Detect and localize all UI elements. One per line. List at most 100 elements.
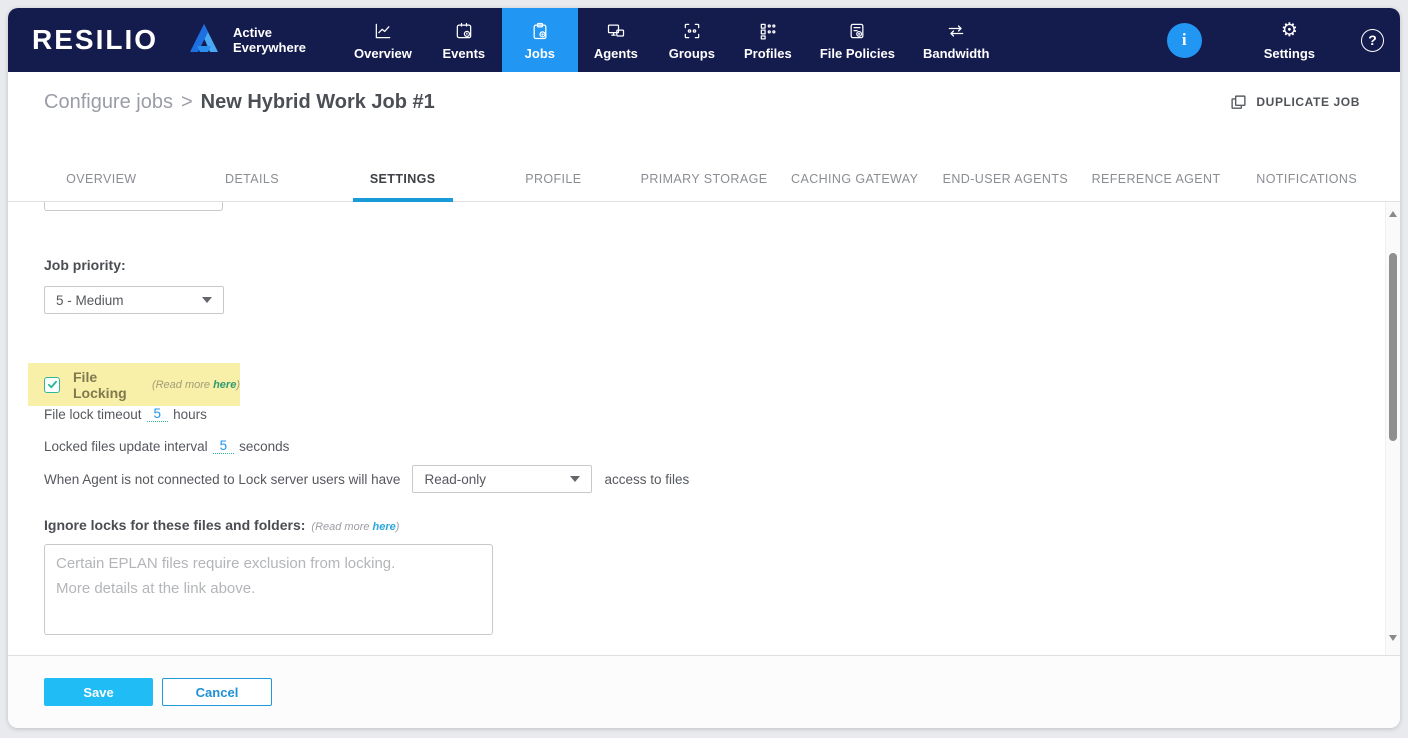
agent-not-connected-label: When Agent is not connected to Lock serv…	[44, 472, 400, 487]
nav-item-label: Agents	[594, 46, 638, 61]
scrollbar-down-arrow-icon[interactable]	[1389, 635, 1397, 641]
ignore-locks-header: Ignore locks for these files and folders…	[44, 517, 399, 533]
ignore-locks-label: Ignore locks for these files and folders…	[44, 517, 305, 533]
clipped-input[interactable]	[44, 202, 223, 211]
update-interval-unit: seconds	[239, 439, 289, 454]
nav-item-label: Groups	[669, 46, 715, 61]
update-interval-label: Locked files update interval	[44, 439, 208, 454]
nav-item-jobs[interactable]: Jobs	[502, 8, 578, 72]
nav-item-groups[interactable]: Groups	[654, 8, 730, 72]
readmore-link[interactable]: here	[213, 379, 236, 391]
tab-end-user-agents[interactable]: END-USER AGENTS	[930, 172, 1081, 201]
tab-reference-agent[interactable]: REFERENCE AGENT	[1081, 172, 1232, 201]
readmore-text: )	[236, 379, 240, 391]
file-gear-icon	[846, 20, 868, 42]
calendar-icon	[453, 20, 475, 42]
duplicate-job-label: DUPLICATE JOB	[1256, 95, 1360, 109]
clipboard-gear-icon	[529, 20, 551, 42]
job-priority-label: Job priority:	[44, 257, 126, 273]
agent-not-connected-suffix: access to files	[604, 472, 689, 487]
tab-settings[interactable]: SETTINGS	[327, 172, 478, 201]
file-locking-readmore: (Read more here)	[152, 379, 240, 391]
product-name-line1: Active	[233, 25, 306, 40]
form-footer: Save Cancel	[8, 655, 1400, 728]
nav-item-agents[interactable]: Agents	[578, 8, 654, 72]
readmore-text: (Read more	[152, 379, 213, 391]
tab-notifications[interactable]: NOTIFICATIONS	[1231, 172, 1382, 201]
access-mode-value: Read-only	[424, 472, 486, 487]
breadcrumb: Configure jobs > New Hybrid Work Job #1	[44, 91, 435, 114]
vertical-scrollbar[interactable]	[1385, 202, 1400, 655]
cancel-button[interactable]: Cancel	[162, 678, 272, 706]
readmore-text: (Read more	[311, 521, 372, 533]
active-everywhere-logo: Active Everywhere	[184, 20, 306, 60]
tab-overview[interactable]: OVERVIEW	[26, 172, 177, 201]
update-interval-value[interactable]: 5	[213, 438, 235, 454]
readmore-link[interactable]: here	[373, 521, 396, 533]
resilio-logo: RESILIO	[32, 24, 158, 56]
job-priority-value: 5 - Medium	[56, 293, 124, 308]
breadcrumb-parent-link[interactable]: Configure jobs	[44, 91, 173, 114]
product-name: Active Everywhere	[233, 25, 306, 55]
agent-not-connected-row: When Agent is not connected to Lock serv…	[44, 464, 689, 494]
nav-item-bandwidth[interactable]: Bandwidth	[909, 8, 1003, 72]
question-mark-icon: ?	[1368, 32, 1377, 48]
update-interval-row: Locked files update interval 5 seconds	[44, 438, 289, 454]
chevron-down-icon	[202, 297, 212, 303]
navbar-right-cluster: i ⚙ Settings ?	[1167, 8, 1384, 72]
save-button[interactable]: Save	[44, 678, 153, 706]
nav-item-label: Settings	[1264, 46, 1315, 61]
file-lock-timeout-row: File lock timeout 5 hours	[44, 406, 207, 422]
readmore-text: )	[396, 521, 400, 533]
tab-caching-gateway[interactable]: CACHING GATEWAY	[779, 172, 930, 201]
chart-line-icon	[372, 20, 394, 42]
nav-item-file-policies[interactable]: File Policies	[806, 8, 909, 72]
top-navbar: RESILIO Active Everywhere Overview	[8, 8, 1400, 72]
nav-item-profiles[interactable]: Profiles	[730, 8, 806, 72]
main-navigation: Overview Events Jobs Agents	[340, 8, 1003, 72]
ignore-locks-readmore: (Read more here)	[311, 521, 399, 533]
app-window: RESILIO Active Everywhere Overview	[8, 8, 1400, 728]
arrows-swap-icon	[945, 20, 967, 42]
tab-details[interactable]: DETAILS	[177, 172, 328, 201]
scrollbar-thumb[interactable]	[1389, 253, 1397, 441]
product-name-line2: Everywhere	[233, 40, 306, 55]
check-icon	[47, 379, 58, 390]
grid-dots-icon	[757, 20, 779, 42]
file-locking-label: File Locking	[73, 369, 146, 401]
devices-icon	[605, 20, 627, 42]
help-button[interactable]: ?	[1361, 29, 1384, 52]
breadcrumb-separator: >	[181, 91, 193, 114]
selection-frame-icon	[681, 20, 703, 42]
info-button[interactable]: i	[1167, 23, 1202, 58]
nav-item-label: Overview	[354, 46, 412, 61]
nav-item-label: File Policies	[820, 46, 895, 61]
file-lock-timeout-unit: hours	[173, 407, 207, 422]
file-locking-checkbox[interactable]	[44, 377, 60, 393]
nav-item-label: Bandwidth	[923, 46, 989, 61]
access-mode-select[interactable]: Read-only	[412, 465, 592, 493]
nav-item-label: Events	[443, 46, 486, 61]
chevron-down-icon	[570, 476, 580, 482]
nav-item-events[interactable]: Events	[426, 8, 502, 72]
file-lock-timeout-value[interactable]: 5	[147, 406, 169, 422]
settings-panel: Job priority: 5 - Medium File Locking (R…	[8, 202, 1400, 655]
nav-item-overview[interactable]: Overview	[340, 8, 426, 72]
job-priority-select[interactable]: 5 - Medium	[44, 286, 224, 314]
file-locking-highlight: File Locking (Read more here)	[28, 363, 240, 406]
duplicate-job-button[interactable]: DUPLICATE JOB	[1230, 94, 1360, 111]
nav-item-label: Jobs	[525, 46, 555, 61]
job-tabs: OVERVIEW DETAILS SETTINGS PROFILE PRIMAR…	[8, 132, 1400, 202]
page-title: New Hybrid Work Job #1	[201, 91, 435, 114]
nav-item-settings[interactable]: ⚙ Settings	[1250, 8, 1329, 72]
active-everywhere-mark-icon	[184, 20, 224, 60]
nav-item-label: Profiles	[744, 46, 792, 61]
tab-profile[interactable]: PROFILE	[478, 172, 629, 201]
scrollbar-up-arrow-icon[interactable]	[1389, 211, 1397, 217]
page-header: Configure jobs > New Hybrid Work Job #1 …	[8, 72, 1400, 132]
gear-icon: ⚙	[1278, 20, 1300, 42]
tab-primary-storage[interactable]: PRIMARY STORAGE	[629, 172, 780, 201]
file-lock-timeout-label: File lock timeout	[44, 407, 142, 422]
duplicate-icon	[1230, 94, 1247, 111]
ignore-locks-textarea[interactable]	[44, 544, 493, 635]
